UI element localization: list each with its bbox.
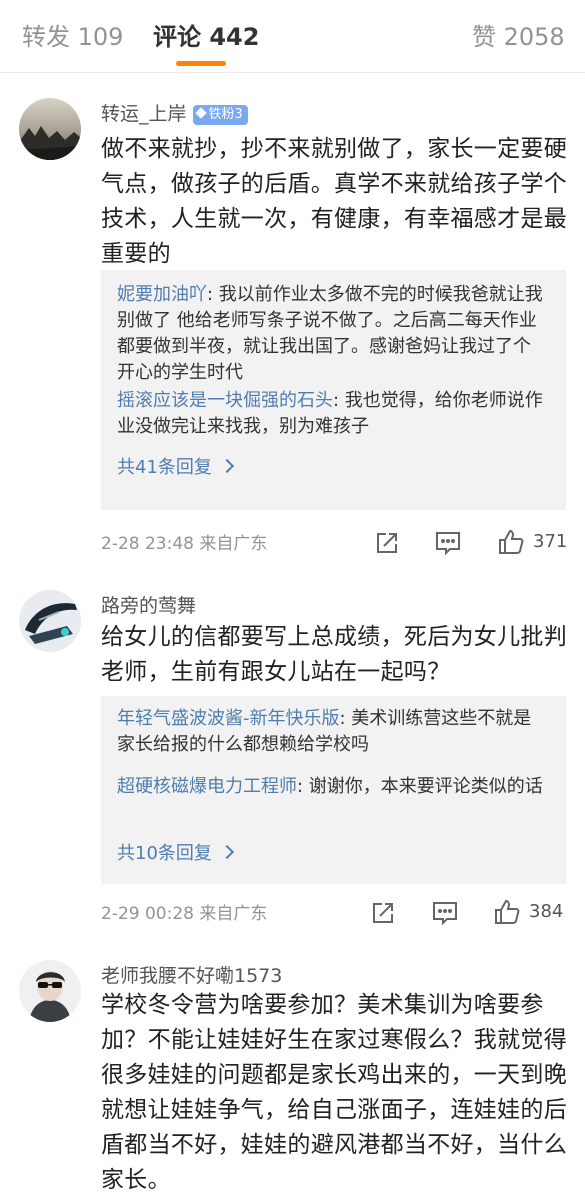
comment-text: 给女儿的信都要写上总成绩，死后为女儿批判老师，生前有跟女儿站在一起吗？ bbox=[101, 624, 567, 685]
comment-text: 学校冬令营为啥要参加？美术集训为啥要参加？不能让娃娃好生在家过寒假么？我就觉得很… bbox=[101, 992, 567, 1193]
reply-username[interactable]: 超硬核磁爆电力工程师 bbox=[117, 776, 297, 797]
tab-repost[interactable]: 转发 109 bbox=[22, 20, 123, 54]
reply-username[interactable]: 年轻气盛波波酱-新年快乐版 bbox=[117, 708, 340, 729]
comment-item: 路旁的莺舞 给女儿的信都要写上总成绩，死后为女儿批判老师，生前有跟女儿站在一起吗… bbox=[0, 588, 585, 948]
tabs-divider bbox=[0, 72, 585, 73]
fan-badge: 铁粉3 bbox=[192, 104, 248, 125]
diamond-icon bbox=[194, 106, 207, 119]
comment-icon[interactable] bbox=[434, 530, 462, 558]
active-tab-indicator bbox=[176, 61, 226, 66]
tab-likes[interactable]: 赞 2058 bbox=[472, 20, 565, 54]
username[interactable]: 路旁的莺舞 bbox=[101, 594, 196, 618]
replies-box[interactable]: 妮要加油吖: 我以前作业太多做不完的时候我爸就让我别做了 他给老师写条子说不做了… bbox=[101, 270, 566, 510]
reply-item[interactable]: 妮要加油吖: 我以前作业太多做不完的时候我爸就让我别做了 他给老师写条子说不做了… bbox=[117, 282, 547, 386]
share-icon[interactable] bbox=[370, 900, 396, 928]
thumbs-up-icon[interactable] bbox=[497, 528, 525, 556]
reply-item[interactable]: 超硬核磁爆电力工程师: 谢谢你，本来要评论类似的话 bbox=[117, 774, 547, 800]
like-count: 371 bbox=[533, 531, 568, 552]
more-replies-link[interactable]: 共10条回复 bbox=[117, 841, 234, 867]
username[interactable]: 转运_上岸 铁粉3 bbox=[101, 102, 248, 126]
comment-meta: 2-29 00:28 来自广东 bbox=[101, 904, 268, 924]
reply-text: : 谢谢你，本来要评论类似的话 bbox=[297, 776, 543, 797]
avatar[interactable] bbox=[19, 960, 81, 1022]
comment-meta: 2-28 23:48 来自广东 bbox=[101, 534, 268, 554]
like-count: 384 bbox=[529, 901, 564, 922]
reply-item[interactable]: 年轻气盛波波酱-新年快乐版: 美术训练营这些不就是家长给报的什么都想赖给学校吗 bbox=[117, 706, 547, 758]
comment-tabs: 转发 109 评论 442 赞 2058 bbox=[0, 0, 585, 72]
reply-username[interactable]: 妮要加油吖 bbox=[117, 284, 207, 305]
reply-username[interactable]: 摇滚应该是一块倔强的石头 bbox=[117, 390, 333, 411]
avatar[interactable] bbox=[19, 590, 81, 652]
thumbs-up-icon[interactable] bbox=[493, 898, 521, 926]
comment-item: 老师我腰不好嘞1573 学校冬令营为啥要参加？美术集训为啥要参加？不能让娃娃好生… bbox=[0, 958, 585, 1200]
tab-comments[interactable]: 评论 442 bbox=[153, 20, 259, 54]
username[interactable]: 老师我腰不好嘞1573 bbox=[101, 964, 282, 988]
comment-icon[interactable] bbox=[431, 900, 459, 928]
reply-item[interactable]: 摇滚应该是一块倔强的石头: 我也觉得，给你老师说作业没做完让来找我，别为难孩子 bbox=[117, 388, 547, 440]
share-icon[interactable] bbox=[374, 530, 400, 558]
more-replies-link[interactable]: 共41条回复 bbox=[117, 455, 234, 481]
comment-item: 转运_上岸 铁粉3 做不来就抄，抄不来就别做了，家长一定要硬气点，做孩子的后盾。真… bbox=[0, 90, 585, 570]
chevron-right-icon bbox=[219, 458, 234, 474]
avatar[interactable] bbox=[19, 98, 81, 160]
replies-box[interactable]: 年轻气盛波波酱-新年快乐版: 美术训练营这些不就是家长给报的什么都想赖给学校吗 … bbox=[101, 696, 566, 884]
chevron-right-icon bbox=[219, 844, 234, 860]
comment-text: 做不来就抄，抄不来就别做了，家长一定要硬气点，做孩子的后盾。真学不来就给孩子学个… bbox=[101, 136, 567, 267]
